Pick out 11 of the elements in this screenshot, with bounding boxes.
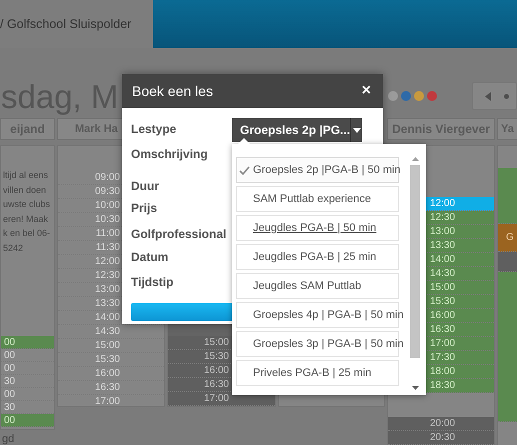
note-line: ltijd al eens bbox=[2, 169, 50, 182]
field-label: Omschrijving bbox=[131, 146, 208, 163]
dialog-title: Boek een les bbox=[132, 83, 213, 99]
note-line: uwste clubs bbox=[2, 198, 52, 211]
note-line: 5242 bbox=[2, 242, 24, 254]
note-line: k en bel 06- bbox=[2, 227, 52, 240]
field-label: Lestype bbox=[131, 121, 176, 138]
brand-name: / Golfschool Sluispolder bbox=[0, 16, 132, 30]
note-line: eren! Maak bbox=[2, 212, 50, 226]
footer-text: gd bbox=[1, 433, 16, 445]
note-line: villen doen bbox=[2, 184, 48, 196]
